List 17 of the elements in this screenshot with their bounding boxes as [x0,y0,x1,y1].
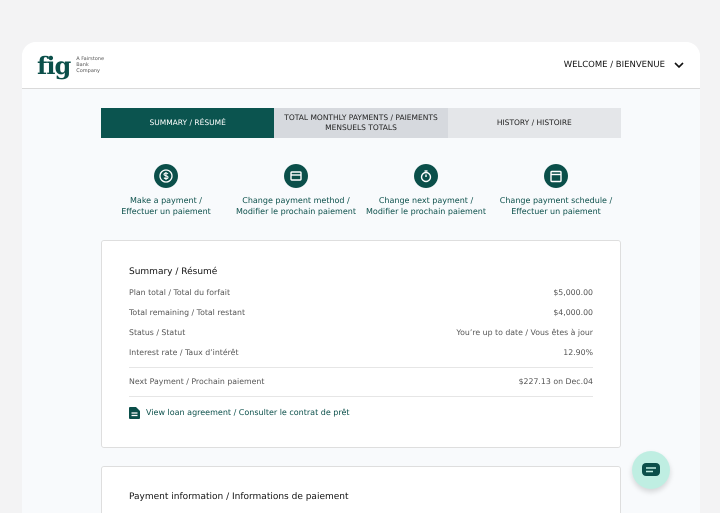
action-link[interactable]: Change payment method / Modifier le prochain paiement [236,196,356,218]
stopwatch-icon[interactable] [414,164,438,188]
action-link[interactable]: Change payment schedule / Effectuer un paiement [500,196,612,218]
credit-card-icon[interactable] [284,164,308,188]
action-link[interactable]: Change next payment / Modifier le prochain paiement [366,196,486,218]
action-link[interactable]: Make a payment / Effectuer un paiement [121,196,211,218]
chat-icon [642,463,660,477]
document-icon [129,406,140,419]
chevron-down-icon [674,62,684,68]
dollar-icon[interactable] [154,164,178,188]
welcome-menu[interactable]: WELCOME / BIENVENUE [564,60,684,70]
card-title: Summary / Résumé [129,266,218,277]
logo[interactable]: fig [37,50,70,80]
loan-agreement-link[interactable]: View loan agreement / Consulter le contrat de prêt [146,408,350,418]
calendar-icon[interactable] [544,164,568,188]
chat-button[interactable] [632,451,670,489]
card-title: Payment information / Informations de paiement [129,492,350,502]
